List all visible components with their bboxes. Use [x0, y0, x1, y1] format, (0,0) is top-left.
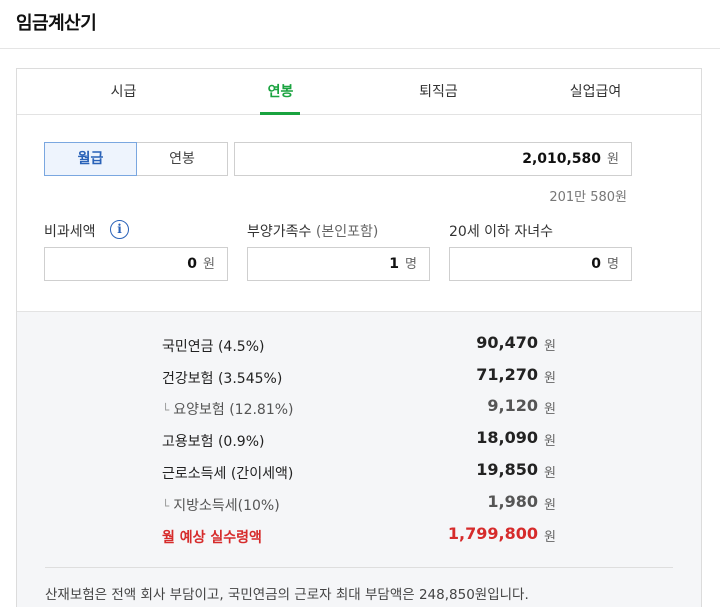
results-divider	[45, 567, 673, 568]
title-divider	[0, 48, 720, 49]
deduction-amount: 71,270	[476, 365, 538, 384]
nontaxable-input[interactable]: 0원	[44, 247, 228, 281]
children-unit: 명	[607, 257, 619, 272]
salary-input[interactable]: 2,010,580 원	[234, 142, 632, 176]
calculator-card: 시급 연봉 퇴직금 실업급여 월급 연봉 2,010,580 원 201만 580…	[16, 68, 702, 607]
info-icon[interactable]: i	[110, 220, 129, 239]
footnote: 산재보험은 전액 회사 부담이고, 국민연금의 근로자 최대 부담액은 248,…	[45, 587, 529, 603]
children-label: 20세 이하 자녀수	[449, 224, 553, 240]
tab-severance[interactable]: 퇴직금	[376, 69, 501, 115]
deduction-name: └ 요양보험 (12.81%)	[162, 399, 294, 419]
deduction-name: 국민연금 (4.5%)	[162, 339, 265, 355]
dependents-unit: 명	[405, 257, 417, 272]
deduction-unit: 원	[544, 498, 556, 513]
deduction-amount: 18,090	[476, 428, 538, 447]
deduction-unit: 원	[544, 466, 556, 481]
total-amount: 1,799,800	[447, 524, 538, 543]
deduction-unit: 원	[544, 371, 556, 386]
deduction-row-pension: 국민연금 (4.5%) 90,470 원	[17, 330, 701, 360]
deduction-amount: 9,120	[487, 396, 538, 415]
tab-unemployment[interactable]: 실업급여	[533, 69, 658, 115]
deduction-unit: 원	[544, 434, 556, 449]
deduction-unit: 원	[544, 402, 556, 417]
dependents-label: 부양가족수 (본인포함)	[247, 221, 378, 241]
salary-unit: 원	[607, 152, 619, 167]
deduction-row-employment: 고용보험 (0.9%) 18,090 원	[17, 425, 701, 455]
pay-type-monthly-button[interactable]: 월급	[44, 142, 137, 176]
deduction-amount: 1,980	[487, 492, 538, 511]
deduction-row-income-tax: 근로소득세 (간이세액) 19,850 원	[17, 457, 701, 487]
total-name: 월 예상 실수령액	[162, 530, 262, 546]
nontaxable-label: 비과세액	[44, 224, 96, 240]
children-input[interactable]: 0명	[449, 247, 632, 281]
tab-annual[interactable]: 연봉	[218, 69, 343, 115]
total-row: 월 예상 실수령액 1,799,800 원	[17, 521, 701, 551]
deduction-row-longterm-care: └ 요양보험 (12.81%) 9,120 원	[17, 393, 701, 423]
dependents-value: 1	[389, 256, 400, 272]
total-unit: 원	[544, 530, 556, 545]
branch-marker-icon: └	[162, 403, 170, 417]
deduction-name: 건강보험 (3.545%)	[162, 371, 283, 387]
page-title: 임금계산기	[16, 13, 97, 34]
deduction-name: └ 지방소득세(10%)	[162, 495, 280, 515]
deduction-row-local-tax: └ 지방소득세(10%) 1,980 원	[17, 489, 701, 519]
deduction-name: 근로소득세 (간이세액)	[162, 466, 294, 482]
results-panel: 국민연금 (4.5%) 90,470 원 건강보험 (3.545%) 71,27…	[17, 311, 701, 607]
deduction-amount: 19,850	[476, 460, 538, 479]
deduction-name-text: 요양보험 (12.81%)	[173, 402, 294, 418]
salary-value: 2,010,580	[522, 151, 602, 167]
salary-korean-hint: 201만 580원	[549, 190, 627, 205]
tab-bar: 시급 연봉 퇴직금 실업급여	[17, 69, 701, 115]
tab-hourly[interactable]: 시급	[61, 69, 186, 115]
dependents-label-sub: (본인포함)	[315, 224, 379, 240]
deduction-name: 고용보험 (0.9%)	[162, 434, 265, 450]
deduction-unit: 원	[544, 339, 556, 354]
branch-marker-icon: └	[162, 499, 170, 513]
deduction-name-text: 지방소득세(10%)	[173, 498, 280, 514]
dependents-label-main: 부양가족수	[247, 224, 312, 240]
dependents-input[interactable]: 1명	[247, 247, 430, 281]
deduction-amount: 90,470	[476, 333, 538, 352]
active-tab-indicator	[260, 112, 300, 115]
nontaxable-value: 0	[187, 256, 198, 272]
pay-type-annual-button[interactable]: 연봉	[136, 142, 228, 176]
children-value: 0	[591, 256, 602, 272]
deduction-row-health: 건강보험 (3.545%) 71,270 원	[17, 362, 701, 392]
nontaxable-unit: 원	[203, 257, 215, 272]
